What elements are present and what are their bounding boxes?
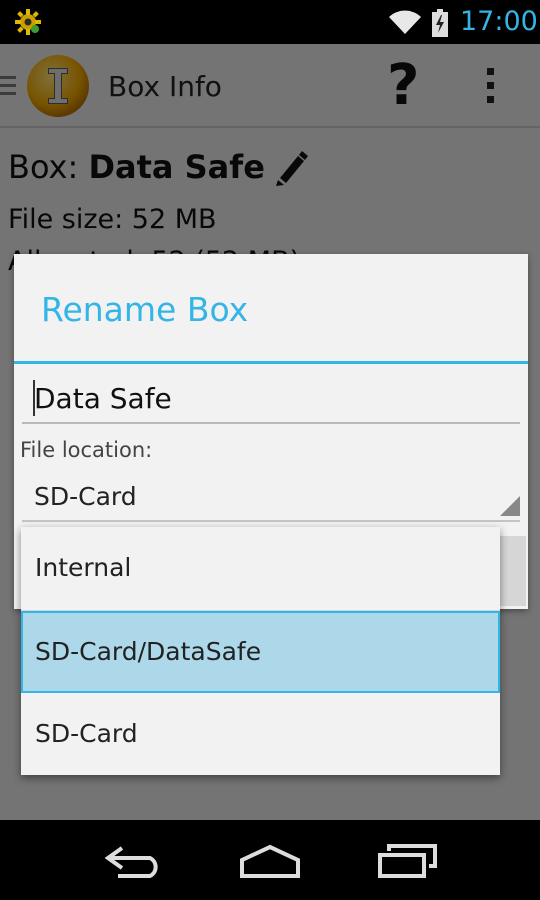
dialog-title: Rename Box (41, 290, 249, 329)
clock: 17:00 (460, 6, 538, 37)
box-name-input-value: Data Safe (34, 382, 172, 415)
back-icon[interactable] (104, 844, 164, 882)
dialog-button[interactable] (496, 536, 526, 606)
dropdown-option-label: SD-Card/DataSafe (35, 637, 262, 666)
gear-notification-icon (14, 8, 42, 40)
file-location-label: File location: (20, 438, 153, 462)
navigation-bar (0, 820, 540, 900)
status-bar: 17:00 (0, 0, 540, 44)
recent-apps-icon[interactable] (377, 842, 439, 882)
dropdown-option-internal[interactable]: Internal (21, 527, 500, 609)
home-icon[interactable] (238, 844, 302, 882)
file-location-spinner[interactable]: SD-Card (22, 472, 520, 522)
dropdown-option-sdcard-datasafe[interactable]: SD-Card/DataSafe (21, 611, 500, 693)
spinner-arrow-icon (500, 496, 520, 520)
box-name-input[interactable]: Data Safe (22, 372, 520, 424)
dialog-title-divider (14, 361, 528, 364)
dropdown-option-label: Internal (35, 553, 132, 582)
dropdown-option-sdcard[interactable]: SD-Card (21, 693, 500, 775)
dropdown-option-label: SD-Card (35, 719, 138, 748)
wifi-icon (388, 9, 422, 39)
file-location-dropdown: Internal SD-Card/DataSafe SD-Card (21, 527, 500, 775)
battery-charging-icon (432, 9, 448, 41)
file-location-selected: SD-Card (34, 482, 137, 511)
